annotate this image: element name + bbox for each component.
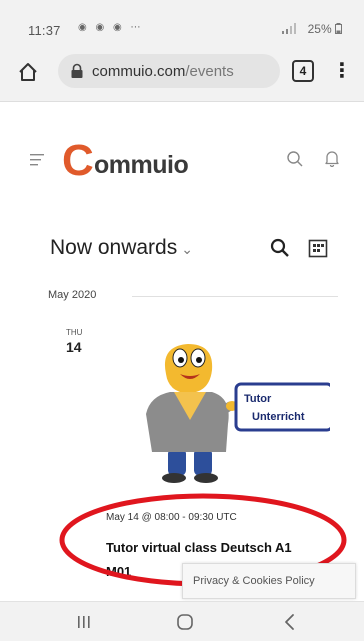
lock-icon bbox=[71, 63, 83, 78]
signal-icon bbox=[281, 23, 296, 34]
url-domain: commuio.com bbox=[92, 63, 186, 80]
events-toolbar: Now onwards ⌄ bbox=[0, 216, 364, 276]
chevron-down-icon: ⌄ bbox=[181, 241, 193, 257]
tab-switcher-button[interactable]: 4 bbox=[292, 60, 314, 82]
day-name: THU bbox=[66, 328, 83, 337]
sign-line-2: Unterricht bbox=[252, 411, 305, 423]
date-range-dropdown[interactable]: Now onwards ⌄ bbox=[50, 236, 193, 260]
battery-status: 25% bbox=[281, 22, 342, 36]
system-navigation-bar bbox=[0, 601, 364, 641]
status-time: 11:37 bbox=[28, 23, 61, 38]
site-header: C ommuio bbox=[0, 103, 364, 215]
address-bar[interactable]: commuio.com/events bbox=[58, 54, 280, 88]
day-number: 14 bbox=[66, 339, 82, 355]
url-text: commuio.com/events bbox=[92, 63, 234, 80]
bell-icon[interactable] bbox=[324, 149, 340, 167]
search-icon[interactable] bbox=[286, 150, 304, 168]
month-separator: May 2020 bbox=[48, 289, 338, 303]
date-range-label: Now onwards bbox=[50, 236, 178, 259]
home-button-icon[interactable] bbox=[175, 612, 195, 632]
month-label: May 2020 bbox=[48, 289, 97, 301]
notification-icons: ◉ ◉ ◉ ⋯ bbox=[78, 22, 144, 33]
battery-icon bbox=[335, 23, 342, 34]
home-icon[interactable] bbox=[16, 60, 40, 84]
logo-initial: C bbox=[62, 136, 94, 185]
month-divider bbox=[132, 296, 338, 297]
event-image[interactable]: Tutor Unterricht bbox=[130, 340, 330, 490]
sign-line-1: Tutor bbox=[244, 393, 272, 405]
recent-apps-icon[interactable] bbox=[76, 615, 92, 629]
calendar-view-icon[interactable] bbox=[308, 238, 328, 258]
status-bar: 11:37 ◉ ◉ ◉ ⋯ 25% bbox=[0, 0, 364, 40]
hamburger-menu-icon[interactable] bbox=[30, 153, 46, 167]
browser-toolbar: commuio.com/events 4 ⋮ bbox=[0, 40, 364, 102]
logo-text: ommuio bbox=[94, 151, 189, 179]
privacy-cookies-badge[interactable]: Privacy & Cookies Policy bbox=[182, 563, 356, 599]
day-marker: THU 14 bbox=[66, 328, 82, 355]
back-icon[interactable] bbox=[282, 612, 298, 632]
event-search-icon[interactable] bbox=[270, 238, 290, 258]
event-title-line-1: Tutor virtual class Deutsch A1 bbox=[106, 540, 292, 555]
url-path: /events bbox=[185, 63, 234, 80]
event-datetime: May 14 @ 08:00 - 09:30 UTC bbox=[106, 512, 237, 523]
battery-percent: 25% bbox=[297, 22, 332, 36]
browser-menu-icon[interactable]: ⋮ bbox=[332, 58, 352, 84]
